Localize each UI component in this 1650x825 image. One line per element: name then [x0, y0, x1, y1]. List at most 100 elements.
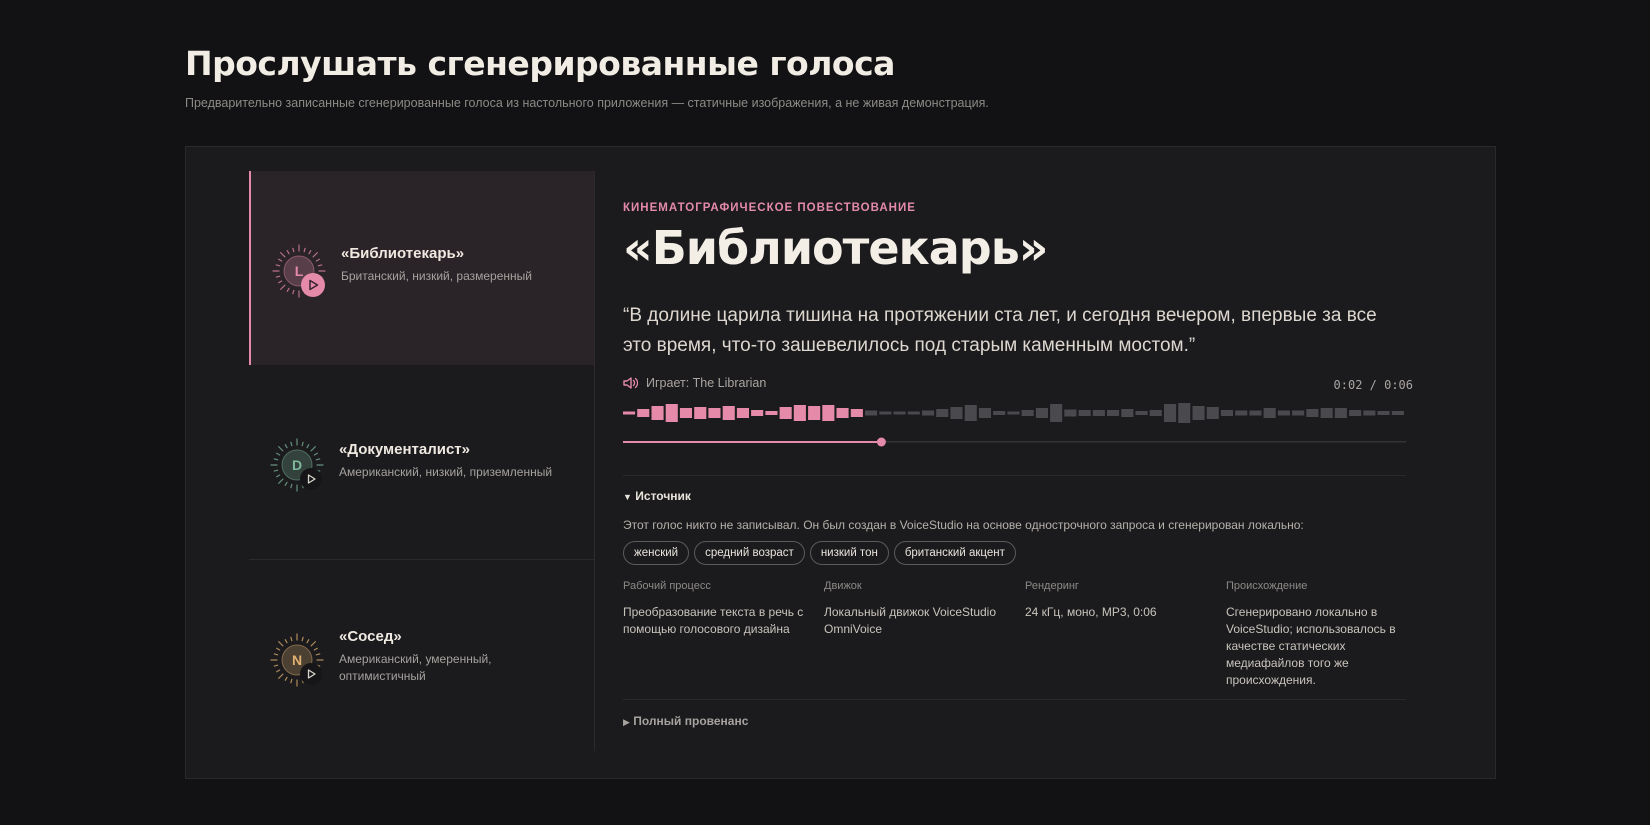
avatar-letter: L [295, 263, 304, 279]
voice-tags: женский средний возраст низкий тон брита… [623, 541, 1016, 565]
play-icon[interactable] [300, 663, 322, 685]
voice-list: L «Библиотекарь» Британский, низкий, раз… [249, 171, 595, 751]
caret-down-icon: ▼ [623, 492, 632, 502]
waveform-bar [950, 407, 963, 419]
waveform-bar [751, 410, 764, 416]
waveform-bar [993, 411, 1006, 415]
waveform-bar [978, 408, 991, 418]
caret-right-icon: ▶ [623, 717, 630, 727]
play-icon[interactable] [300, 468, 322, 490]
provenance-toggle-label: Полный провенанс [633, 714, 749, 728]
waveform-bar [722, 406, 735, 420]
waveform-bar [1235, 410, 1248, 416]
waveform-bar [1334, 408, 1347, 418]
waveform-bar [736, 408, 749, 418]
waveform-bar [665, 404, 678, 422]
waveform-bar [1007, 411, 1020, 415]
meta-label: Движок [824, 580, 862, 592]
meta-origin: Происхождение Сгенерировано локально в V… [1226, 580, 1406, 689]
waveform-bar [1092, 410, 1105, 416]
tag: низкий тон [809, 541, 889, 565]
now-playing: Играет: The Librarian [623, 376, 766, 390]
progress-fill [623, 441, 882, 443]
meta-workflow: Рабочий процесс Преобразование текста в … [623, 580, 813, 638]
tag: женский [623, 541, 690, 565]
provenance-toggle[interactable]: ▶ Полный провенанс [623, 714, 748, 728]
voice-name: «Сосед» [339, 628, 402, 645]
page-title: Прослушать сгенерированные голоса [185, 44, 895, 83]
avatar-letter: N [292, 652, 302, 668]
voice-category: КИНЕМАТОГРАФИЧЕСКОЕ ПОВЕСТВОВАНИЕ [623, 202, 916, 214]
source-description: Этот голос никто не записывал. Он был со… [623, 518, 1304, 532]
waveform-bar [1035, 408, 1048, 418]
waveform-bar [822, 405, 835, 421]
voice-avatar-neighbor: N [270, 633, 324, 687]
divider [623, 475, 1406, 476]
waveform-bar [793, 405, 806, 421]
waveform-bar [679, 408, 692, 418]
waveform-bar [1121, 409, 1134, 417]
meta-value: Преобразование текста в речь с помощью г… [623, 605, 804, 636]
voice-avatar-librarian: L [272, 244, 326, 298]
tag: британский акцент [893, 541, 1016, 565]
source-toggle-label: Источник [635, 489, 691, 503]
meta-label: Рабочий процесс [623, 580, 711, 592]
waveform[interactable] [623, 398, 1406, 428]
waveform-bar [865, 410, 878, 416]
voice-description: Британский, низкий, размеренный [341, 269, 532, 283]
waveform-bar [1135, 411, 1148, 415]
meta-rendering: Рендеринг 24 кГц, моно, MP3, 0:06 [1025, 580, 1215, 621]
voice-avatar-documentarian: D [270, 438, 324, 492]
voice-item-documentarian[interactable]: D «Документалист» Американский, низкий, … [249, 365, 594, 559]
meta-engine: Движок Локальный движок VoiceStudio Omni… [824, 580, 1014, 638]
sample-quote: “В долине царила тишина на протяжении ст… [623, 305, 1377, 356]
meta-value: 24 кГц, моно, MP3, 0:06 [1025, 605, 1157, 619]
page-subtitle: Предварительно записанные сгенерированны… [185, 96, 989, 110]
waveform-bar [1220, 410, 1233, 416]
voice-item-neighbor[interactable]: N «Сосед» Американский, умеренный, оптим… [249, 559, 594, 753]
voice-description: Американский, умеренный, оптимистичный [339, 652, 492, 683]
waveform-bar [964, 405, 977, 421]
progress-handle[interactable] [876, 437, 886, 447]
waveform-bar [694, 407, 707, 419]
waveform-bar [1050, 404, 1063, 422]
waveform-bar [1178, 403, 1191, 423]
waveform-bar [623, 411, 636, 415]
meta-value: Сгенерировано локально в VoiceStudio; ис… [1226, 605, 1396, 687]
play-icon[interactable] [301, 273, 325, 297]
waveform-bar [1164, 404, 1177, 422]
voice-name: «Библиотекарь» [341, 245, 465, 262]
waveform-bar [1363, 410, 1376, 416]
waveform-bar [836, 408, 849, 418]
waveform-bar [936, 409, 949, 417]
waveform-bar [1206, 407, 1219, 419]
waveform-bar [1107, 410, 1120, 416]
waveform-bar [879, 411, 892, 415]
waveform-bar [1306, 409, 1319, 417]
now-playing-label: Играет: The Librarian [646, 376, 767, 390]
waveform-bar [651, 406, 664, 420]
waveform-bar [1192, 406, 1205, 420]
tag: средний возраст [694, 541, 805, 565]
waveform-bar [808, 406, 821, 420]
voice-description: Американский, низкий, приземленный [339, 465, 553, 479]
playback-time: 0:02 / 0:06 [1333, 378, 1413, 392]
source-toggle[interactable]: ▼ Источник [623, 489, 691, 503]
meta-value: Локальный движок VoiceStudio OmniVoice [824, 605, 997, 636]
voice-name: «Документалист» [339, 441, 470, 458]
meta-label: Происхождение [1226, 580, 1308, 592]
waveform-bar [893, 411, 906, 415]
waveform-bar [779, 407, 792, 419]
waveform-bar [765, 411, 778, 415]
waveform-bar [1078, 410, 1091, 416]
waveform-bar [1320, 408, 1333, 418]
waveform-bar [907, 411, 920, 415]
waveform-bar [1377, 411, 1390, 415]
waveform-bar [1249, 410, 1262, 416]
waveform-bar [1263, 408, 1276, 418]
waveform-bar [708, 408, 721, 418]
progress-slider[interactable] [623, 436, 1406, 448]
voice-item-librarian[interactable]: L «Библиотекарь» Британский, низкий, раз… [249, 171, 594, 365]
waveform-bar [922, 410, 935, 416]
divider [623, 699, 1406, 700]
